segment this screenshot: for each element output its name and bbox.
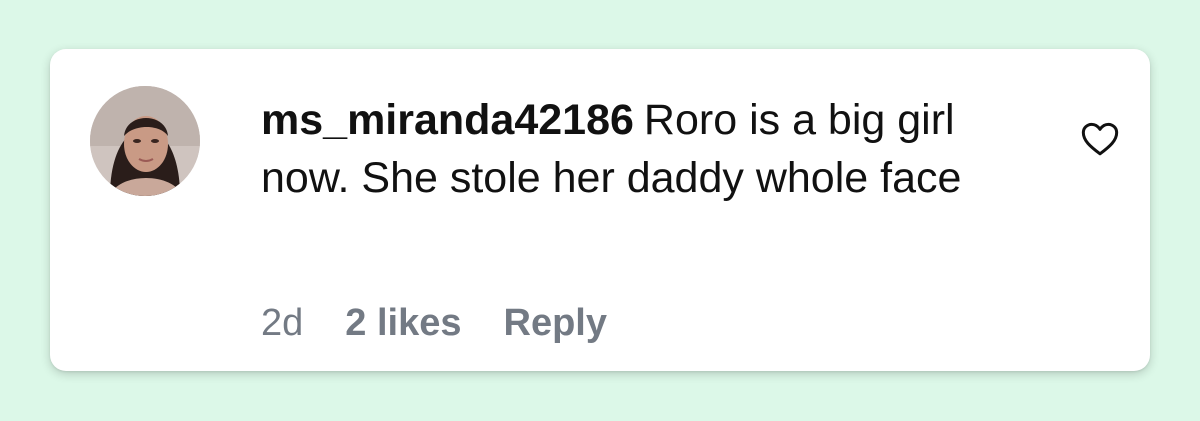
- comment-username[interactable]: ms_miranda42186: [261, 96, 634, 144]
- comment-time: 2d: [261, 302, 304, 344]
- avatar[interactable]: [90, 86, 200, 196]
- avatar-photo: [90, 86, 200, 196]
- likes-count-button[interactable]: 2 likes: [345, 300, 461, 346]
- comment-meta: 2d 2 likes Reply: [261, 300, 607, 346]
- reply-button[interactable]: Reply: [504, 300, 607, 346]
- comment-body: ms_miranda42186 Roro is a big girl now. S…: [261, 91, 1021, 207]
- comment-card: ms_miranda42186 Roro is a big girl now. S…: [50, 49, 1150, 371]
- heart-icon[interactable]: [1080, 119, 1120, 157]
